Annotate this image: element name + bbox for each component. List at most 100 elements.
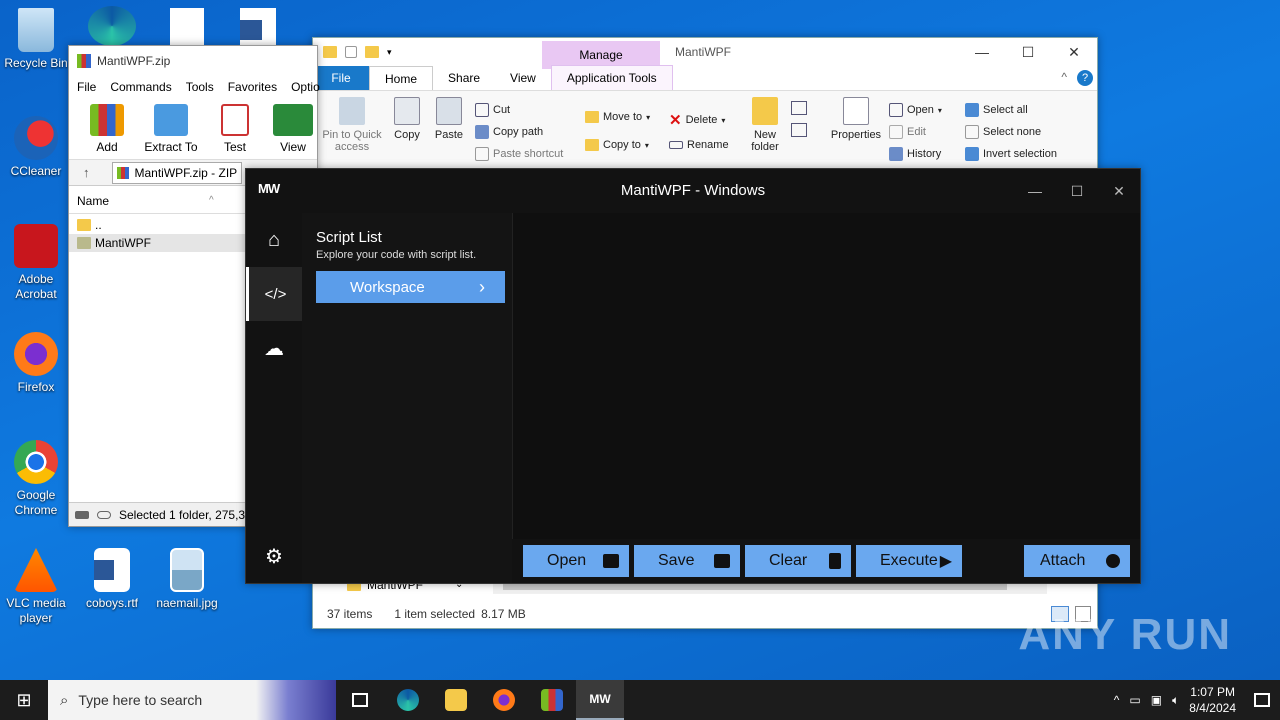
tab-home[interactable]: Home [369,65,434,91]
chrome-icon [14,440,58,484]
firefox-taskbar-icon[interactable] [480,680,528,720]
network-icon[interactable]: ▭ [1129,693,1140,707]
rename-button[interactable]: Rename [669,139,729,151]
winrar-title: MantiWPF.zip [97,54,171,68]
explorer-title: MantiWPF [675,45,732,59]
desktop-icon-vlc[interactable]: VLC media player [0,548,72,626]
menu-tools[interactable]: Tools [186,80,214,94]
cut-button[interactable]: Cut [475,103,510,117]
dropdown-icon[interactable]: ▾ [387,47,392,58]
volume-icon[interactable]: 🔈︎ [1172,693,1179,708]
extract-to-button[interactable]: Extract To [141,103,201,154]
paste-shortcut-button[interactable]: Paste shortcut [475,147,563,161]
manti-sidebar: ⌂ </> ☁ ⚙ [246,213,302,583]
tab-file[interactable]: File [313,66,369,90]
cloud-icon[interactable]: ☁ [246,321,302,375]
home-icon[interactable]: ⌂ [246,213,302,267]
help-icon[interactable]: ? [1077,70,1093,86]
invert-selection-button[interactable]: Invert selection [965,147,1057,161]
maximize-button[interactable]: ☐ [1056,169,1098,213]
script-editor[interactable] [512,213,1140,539]
copy-button[interactable]: Copy [391,97,423,141]
menu-favorites[interactable]: Favorites [228,80,277,94]
move-to-button[interactable]: Move to ▾ [585,111,650,123]
pin-quick-access-button[interactable]: Pin to Quick access [319,97,385,153]
paste-button[interactable]: Paste [431,97,467,141]
clear-button[interactable]: Clear [745,545,851,577]
minimize-button[interactable]: — [959,38,1005,66]
select-none-button[interactable]: Select none [965,125,1041,139]
code-icon[interactable]: </> [246,267,302,321]
windows-start-icon[interactable]: ⊞ [0,680,48,720]
item-count: 37 items [327,607,373,621]
tab-application-tools[interactable]: Application Tools [550,65,673,91]
taskbar-search[interactable]: ⌕ Type here to search [48,680,336,720]
system-tray: ^ ▭ ▣ 🔈︎ 1:07 PM 8/4/2024 [1114,680,1280,720]
manti-window: MW MantiWPF - Windows — ☐ ✕ ⌂ </> ☁ ⚙ Sc… [245,168,1141,584]
image-desktop-icon[interactable] [170,8,204,46]
properties-quick-icon[interactable] [345,46,357,58]
open-button[interactable]: Open ▾ [889,103,942,117]
execute-button[interactable]: Execute ▶ [856,545,962,577]
test-button[interactable]: Test [211,103,259,154]
up-arrow-icon[interactable]: ↑ [83,165,90,180]
easy-access-icon[interactable] [791,123,807,137]
desktop-icon-chrome[interactable]: Google Chrome [0,440,72,518]
folder-icon [77,219,91,231]
add-button[interactable]: Add [83,103,131,154]
clock[interactable]: 1:07 PM 8/4/2024 [1189,684,1236,716]
new-item-icon[interactable] [791,101,807,115]
connection-icon[interactable]: ▣ [1151,693,1162,707]
manti-title: MantiWPF - Windows [620,182,766,199]
firefox-icon [14,332,58,376]
notifications-icon[interactable] [1254,693,1270,707]
edge-desktop-icon[interactable] [88,6,136,46]
copy-to-button[interactable]: Copy to ▾ [585,139,649,151]
new-folder-button[interactable]: New folder [745,97,785,153]
edit-button[interactable]: Edit [889,125,926,139]
workspace-button[interactable]: Workspace › [316,271,505,303]
tab-view[interactable]: View [495,66,551,90]
move-to-icon [585,111,599,123]
winrar-taskbar-icon[interactable] [528,680,576,720]
close-button[interactable]: ✕ [1098,169,1140,213]
show-hidden-icons-icon[interactable]: ^ [1114,693,1120,707]
task-view-icon[interactable] [336,680,384,720]
history-button[interactable]: History [889,147,941,161]
desktop-icon-acrobat[interactable]: Adobe Acrobat [0,224,72,302]
archive-path-field[interactable]: MantiWPF.zip - ZIP [111,161,242,184]
menu-file[interactable]: File [77,80,96,94]
maximize-button[interactable]: ☐ [1005,38,1051,66]
key-icon [97,510,111,519]
file-explorer-taskbar-icon[interactable] [432,680,480,720]
image-file-icon [170,548,204,592]
desktop-icon-naemail[interactable]: naemail.jpg [151,548,223,611]
script-list-panel: Script List Explore your code with scrip… [302,213,512,583]
settings-gear-icon[interactable]: ⚙ [246,529,302,583]
word-desktop-icon[interactable] [240,8,276,46]
collapse-ribbon-icon[interactable]: ^ [1061,70,1067,84]
menu-options[interactable]: Optio [291,80,320,94]
manti-taskbar-icon[interactable]: MW [576,680,624,720]
menu-commands[interactable]: Commands [110,80,171,94]
desktop-icon-firefox[interactable]: Firefox [0,332,72,395]
copy-path-button[interactable]: Copy path [475,125,543,139]
tab-share[interactable]: Share [433,66,495,90]
desktop-icon-coboys[interactable]: coboys.rtf [76,548,148,611]
delete-button[interactable]: ✕ Delete ▾ [669,111,725,129]
dropdown-icon: ▾ [644,140,649,150]
attach-button[interactable]: Attach [1024,545,1130,577]
open-icon [889,103,903,117]
winrar-app-icon [77,54,91,68]
desktop-icon-recycle-bin[interactable]: Recycle Bin [0,8,72,71]
desktop-icon-ccleaner[interactable]: CCleaner [0,116,72,179]
edge-taskbar-icon[interactable] [384,680,432,720]
new-folder-quick-icon[interactable] [365,46,379,58]
select-all-button[interactable]: Select all [965,103,1028,117]
open-button[interactable]: Open [523,545,629,577]
properties-button[interactable]: Properties [827,97,885,141]
minimize-button[interactable]: — [1014,169,1056,213]
view-button[interactable]: View [269,103,317,154]
save-button[interactable]: Save [634,545,740,577]
close-button[interactable]: ✕ [1051,38,1097,66]
